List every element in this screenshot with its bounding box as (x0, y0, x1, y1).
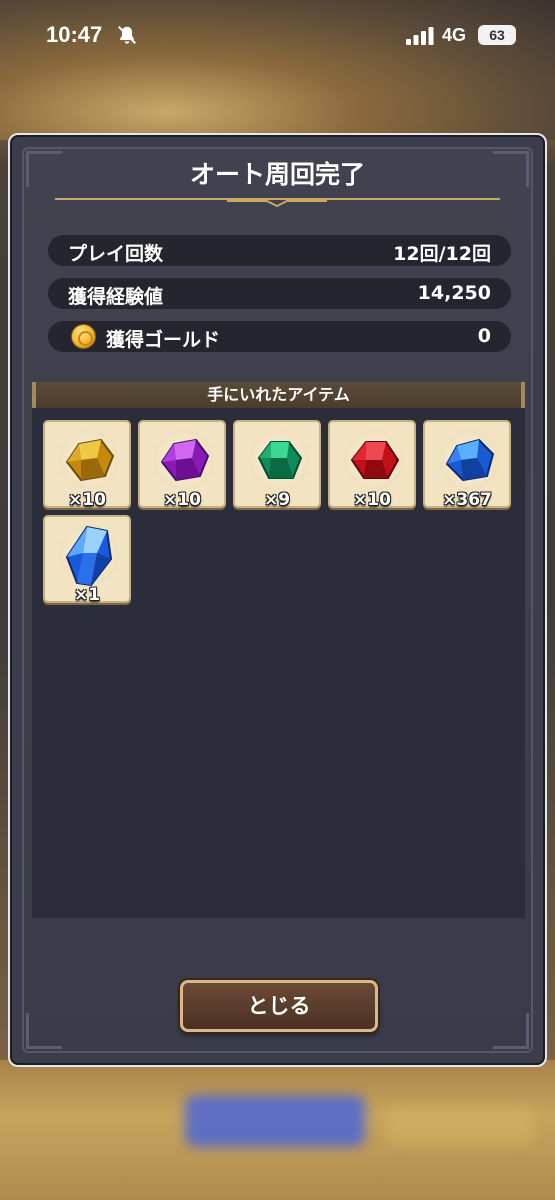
gold-crystal-icon (65, 438, 115, 482)
item-quantity: ×10 (68, 490, 106, 510)
item-tile[interactable]: ×10 (328, 420, 416, 510)
blue-shard-icon (65, 525, 113, 587)
network-type: 4G (442, 25, 467, 45)
blue-crystal-icon (445, 438, 495, 482)
item-quantity: ×1 (73, 585, 101, 605)
play-count-label: プレイ回数 (68, 243, 164, 265)
item-quantity: ×10 (353, 490, 391, 510)
close-button[interactable]: とじる (180, 980, 378, 1032)
background-blurred-button (185, 1095, 365, 1147)
exp-earned-label: 獲得経験値 (68, 286, 164, 308)
gold-coin-icon (71, 324, 96, 349)
play-count-value: 12回/12回 (393, 243, 491, 265)
obtained-items-grid: ×10 ×10 ×9 ×10 ×367 ×1 (32, 408, 525, 918)
item-tile[interactable]: ×9 (233, 420, 321, 510)
battery-indicator: 63 (478, 25, 516, 45)
status-bar: 10:47 4G 63 (0, 0, 555, 72)
exp-earned-row: 獲得経験値 14,250 (48, 278, 511, 309)
item-quantity: ×367 (442, 490, 492, 510)
signal-icon (406, 27, 434, 45)
item-quantity: ×9 (263, 490, 291, 510)
gold-earned-row: 獲得ゴールド 0 (48, 321, 511, 352)
auto-run-result-dialog: オート周回完了 プレイ回数 12回/12回 獲得経験値 14,250 獲得ゴール… (8, 133, 547, 1067)
title-divider-ornament (55, 198, 500, 207)
item-quantity: ×10 (163, 490, 201, 510)
item-tile[interactable]: ×10 (138, 420, 226, 510)
bell-muted-icon (118, 26, 136, 44)
item-tile[interactable]: ×1 (43, 515, 131, 605)
status-time: 10:47 (46, 22, 103, 47)
green-crystal-icon (257, 441, 303, 479)
purple-crystal-icon (160, 438, 210, 482)
play-count-row: プレイ回数 12回/12回 (48, 235, 511, 266)
red-crystal-icon (350, 441, 400, 479)
obtained-items-header: 手にいれたアイテム (32, 382, 525, 408)
dialog-title: オート周回完了 (189, 160, 365, 189)
item-tile[interactable]: ×10 (43, 420, 131, 510)
exp-earned-value: 14,250 (417, 282, 491, 304)
gold-earned-label: 獲得ゴールド (106, 329, 221, 351)
gold-earned-value: 0 (477, 325, 491, 347)
item-tile[interactable]: ×367 (423, 420, 511, 510)
frame-corner-ornament (493, 1013, 529, 1049)
frame-corner-ornament (26, 1013, 62, 1049)
background-blurred-button-secondary (385, 1105, 535, 1145)
